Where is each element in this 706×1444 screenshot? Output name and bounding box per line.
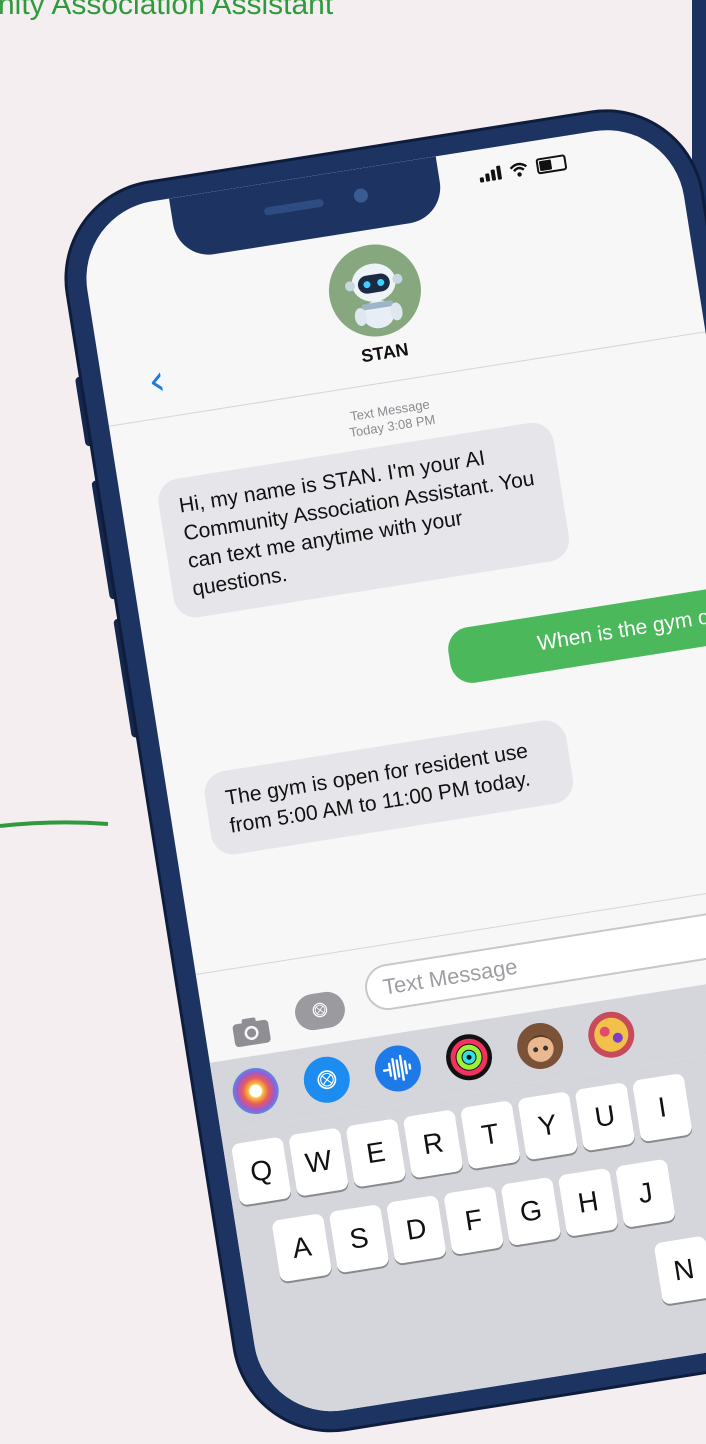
- key-f[interactable]: F: [443, 1185, 505, 1256]
- key-i[interactable]: I: [631, 1072, 693, 1143]
- status-bar: [478, 154, 568, 184]
- app-store-icon[interactable]: ⨷: [300, 1053, 354, 1107]
- key-s[interactable]: S: [328, 1203, 390, 1274]
- robot-icon: [344, 263, 403, 329]
- key-g[interactable]: G: [500, 1176, 562, 1247]
- phone-mockup: ‹ STAN Text Message Today 3:08 PM Hi, my…: [53, 0, 706, 1444]
- incoming-message-bubble[interactable]: Hi, my name is STAN. I'm your AI Communi…: [155, 419, 573, 621]
- key-u[interactable]: U: [574, 1081, 636, 1152]
- battery-icon: [535, 154, 568, 175]
- key-t[interactable]: T: [459, 1100, 521, 1170]
- key-n[interactable]: N: [653, 1235, 706, 1305]
- key-r[interactable]: R: [402, 1109, 464, 1179]
- outgoing-message-bubble[interactable]: When is the gym open?: [445, 579, 706, 687]
- earpiece-speaker: [263, 198, 325, 216]
- incoming-message-bubble[interactable]: The gym is open for resident use from 5:…: [201, 717, 577, 858]
- phone-screen: ‹ STAN Text Message Today 3:08 PM Hi, my…: [75, 118, 706, 1423]
- key-q[interactable]: Q: [230, 1136, 292, 1206]
- activity-icon[interactable]: [442, 1030, 496, 1084]
- memoji-icon[interactable]: [513, 1019, 567, 1073]
- key-y[interactable]: Y: [517, 1091, 579, 1161]
- camera-icon[interactable]: [229, 1013, 273, 1049]
- key-h[interactable]: H: [557, 1167, 619, 1238]
- key-d[interactable]: D: [385, 1194, 447, 1265]
- signal-icon: [478, 165, 503, 183]
- contact-name[interactable]: STAN: [338, 336, 432, 371]
- avatar[interactable]: [322, 237, 428, 344]
- sticker-icon[interactable]: [584, 1008, 638, 1062]
- app-drawer-icon[interactable]: ⨷: [292, 989, 348, 1033]
- page-header-title: nity Association Assistant: [0, 0, 334, 21]
- photos-icon[interactable]: [229, 1064, 283, 1118]
- wifi-icon: [509, 162, 528, 177]
- audio-icon[interactable]: [371, 1042, 425, 1095]
- key-j[interactable]: J: [614, 1158, 677, 1228]
- back-chevron-icon[interactable]: ‹: [145, 355, 169, 406]
- front-camera: [352, 187, 369, 204]
- key-w[interactable]: W: [288, 1127, 350, 1197]
- decorative-green-curve: [0, 820, 109, 828]
- key-e[interactable]: E: [345, 1118, 407, 1188]
- key-a[interactable]: A: [271, 1213, 333, 1283]
